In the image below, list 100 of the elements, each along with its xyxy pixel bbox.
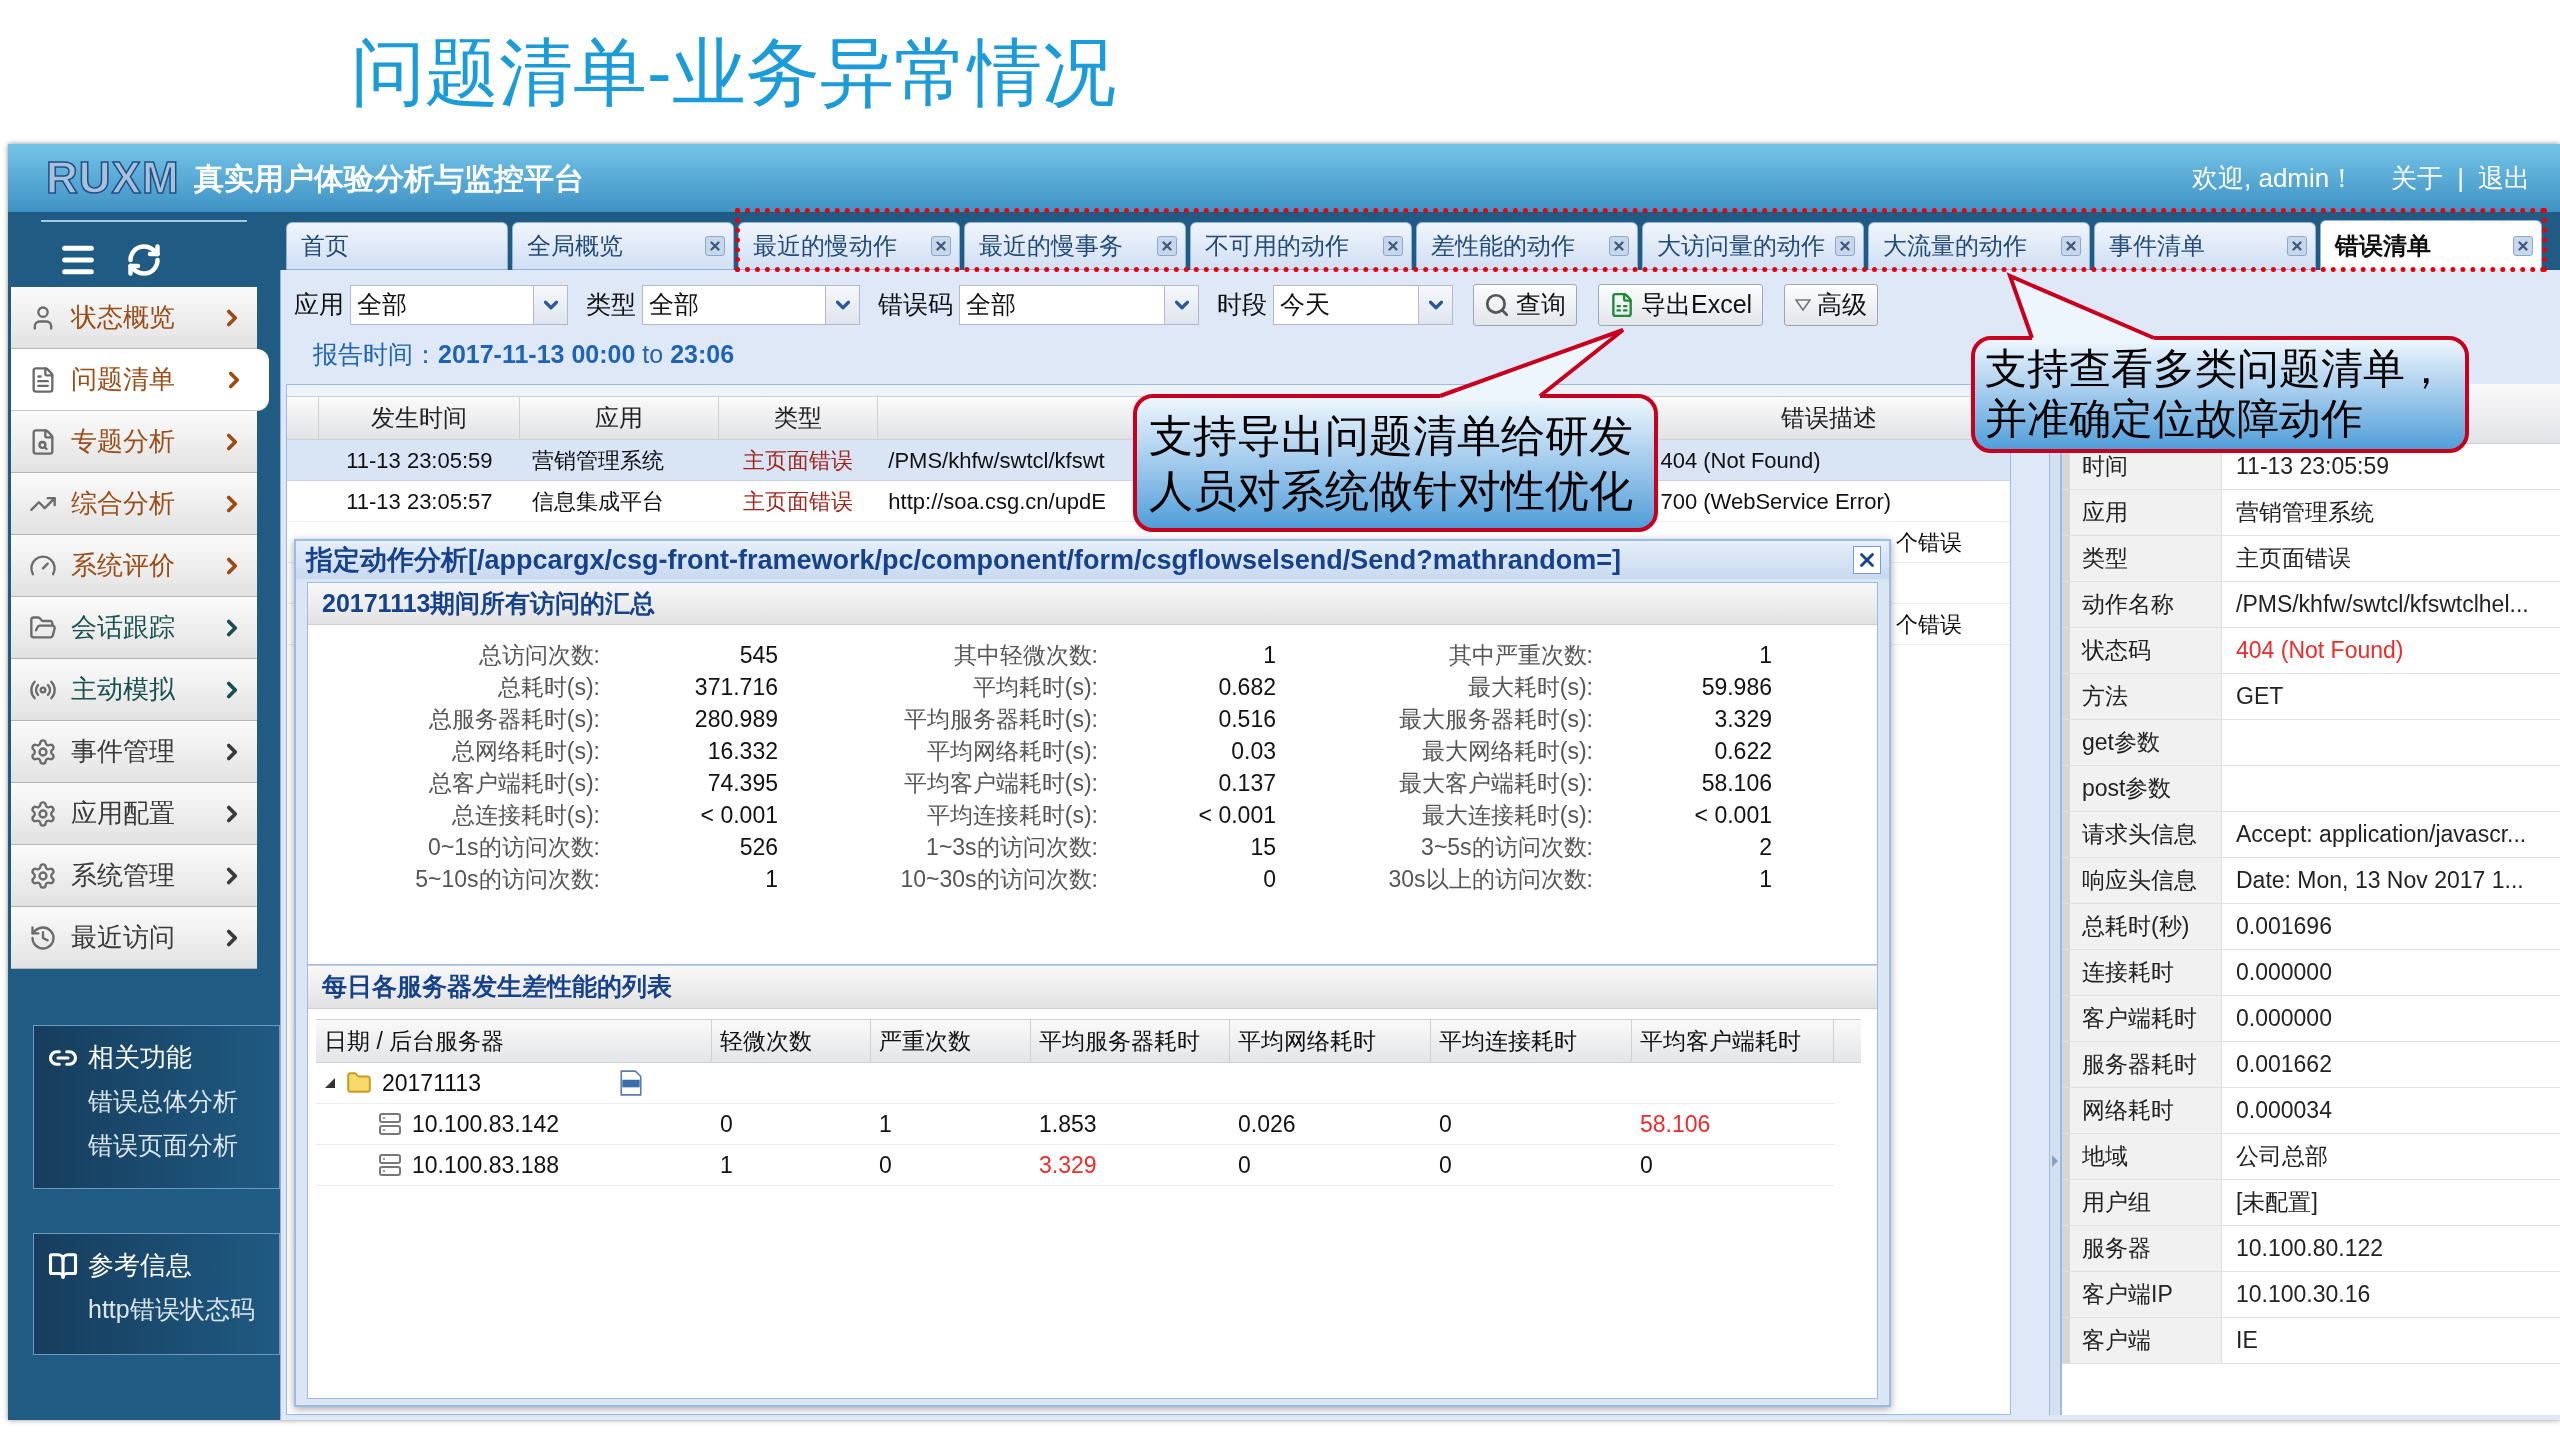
stat-label: 其中严重次数: <box>1448 640 1593 670</box>
stat-label: 3~5s的访问次数: <box>1421 832 1593 862</box>
stat-label: 总连接耗时(s): <box>451 800 600 830</box>
stat-value: 0.622 <box>1714 736 1772 766</box>
stat-label: 5~10s的访问次数: <box>415 864 600 894</box>
stat-label: 最大客户端耗时(s): <box>1398 768 1593 798</box>
table-cell-text: 主页面错误 <box>743 487 854 516</box>
stat-label: 最大连接耗时(s): <box>1421 800 1593 830</box>
detail-label: 连接耗时 <box>2062 950 2222 995</box>
detail-label: 方法 <box>2062 674 2222 719</box>
stat-value: 3.329 <box>1714 704 1772 734</box>
detail-value: 0.000034 <box>2236 1096 2332 1126</box>
detail-label: 类型 <box>2062 536 2222 581</box>
detail-value: /PMS/khfw/swtcl/kfswtclhel... <box>2236 590 2529 620</box>
stat-label: 总耗时(s): <box>497 672 600 702</box>
stat-value: 280.989 <box>694 704 778 734</box>
detail-label: 用户组 <box>2062 1180 2222 1225</box>
stat-label: 总服务器耗时(s): <box>428 704 600 734</box>
table-cell: 0 <box>720 1110 733 1137</box>
detail-value: Date: Mon, 13 Nov 2017 1... <box>2236 866 2524 896</box>
filter-label: 类型 <box>586 289 636 321</box>
table-cell: 0.026 <box>1238 1110 1296 1137</box>
detail-label: 网络耗时 <box>2062 1088 2222 1133</box>
detail-label: get参数 <box>2062 720 2222 765</box>
stat-value: 545 <box>739 640 778 670</box>
stat-value: 74.395 <box>707 768 778 798</box>
table-cell: 营销管理系统 <box>531 447 664 473</box>
table-cell: 信息集成平台 <box>531 488 664 514</box>
table-cell: 58.106 <box>1640 1110 1711 1137</box>
detail-label: 响应头信息 <box>2062 858 2222 903</box>
detail-label: 地域 <box>2062 1134 2222 1179</box>
stat-value: 1 <box>1759 640 1772 670</box>
table-cell: 3.329 <box>1039 1151 1097 1178</box>
filter-label: 时段 <box>1217 289 1267 321</box>
detail-value: Accept: application/javascr... <box>2236 820 2527 850</box>
stat-label: 总客户端耗时(s): <box>428 768 600 798</box>
stat-label: 最大服务器耗时(s): <box>1398 704 1593 734</box>
stat-value: 58.106 <box>1701 768 1772 798</box>
stat-label: 0~1s的访问次数: <box>428 832 600 862</box>
detail-value: 0.001662 <box>2236 1050 2332 1080</box>
stat-label: 平均服务器耗时(s): <box>903 704 1098 734</box>
stat-label: 平均客户端耗时(s): <box>903 768 1098 798</box>
callout-tooltip: 支持查看多类问题清单，并准确定位故障动作 <box>1971 336 2470 453</box>
detail-value: 营销管理系统 <box>2236 498 2374 528</box>
table-cell: /PMS/khfw/swtcl/kfswt <box>888 447 1105 473</box>
stat-label: 最大耗时(s): <box>1467 672 1593 702</box>
detail-label: 服务器耗时 <box>2062 1042 2222 1087</box>
stat-value: < 0.001 <box>700 800 778 830</box>
detail-value: 10.100.30.16 <box>2236 1280 2371 1310</box>
table-cell: http://soa.csg.cn/updE <box>888 488 1107 514</box>
detail-value: 10.100.80.122 <box>2236 1234 2384 1264</box>
stat-value: < 0.001 <box>1694 800 1772 830</box>
dialog-title: 指定动作分析[/appcargx/csg-front-framework/pc/component/form/csgflowselsend/Send?mathrandom=] <box>306 543 1621 577</box>
table-cell-text: 主页面错误 <box>743 446 854 475</box>
stat-value: 0.516 <box>1218 704 1276 734</box>
stat-value: 16.332 <box>707 736 778 766</box>
detail-label: 动作名称 <box>2062 582 2222 627</box>
detail-value: 0.000000 <box>2236 958 2332 988</box>
stat-label: 总网络耗时(s): <box>451 736 600 766</box>
detail-value: 0.000000 <box>2236 1004 2332 1034</box>
filter-label: 应用 <box>294 289 344 321</box>
table-cell: 0 <box>1439 1151 1452 1178</box>
stat-label: 30s以上的访问次数: <box>1388 864 1593 894</box>
detail-value: 主页面错误 <box>2236 544 2351 574</box>
stat-value: 526 <box>739 832 778 862</box>
stat-value: < 0.001 <box>1198 800 1276 830</box>
section-header: 20171113期间所有访问的汇总 <box>308 583 1877 625</box>
table-cell-text: 11-13 23:05:57 <box>346 487 493 516</box>
stat-value: 1 <box>1263 640 1276 670</box>
detail-label: 应用 <box>2062 490 2222 535</box>
table-cell: 0 <box>1640 1151 1653 1178</box>
panel-title: 相关功能 <box>88 1041 192 1074</box>
table-cell: 个错误 <box>1896 529 1963 555</box>
table-cell: 0 <box>1439 1110 1452 1137</box>
detail-value: 11-13 23:05:59 <box>2236 452 2390 482</box>
table-cell: 1 <box>720 1151 733 1178</box>
stat-value: 371.716 <box>694 672 778 702</box>
stat-value: 0.137 <box>1218 768 1276 798</box>
stat-value: 0.03 <box>1231 736 1276 766</box>
stat-label: 平均耗时(s): <box>972 672 1098 702</box>
stat-value: 0 <box>1263 864 1276 894</box>
stat-value: 59.986 <box>1701 672 1772 702</box>
stat-value: 1 <box>765 864 778 894</box>
detail-label: 客户端耗时 <box>2062 996 2222 1041</box>
table-cell-text: 11-13 23:05:59 <box>346 446 493 475</box>
stat-label: 1~3s的访问次数: <box>926 832 1098 862</box>
stat-value: 15 <box>1250 832 1276 862</box>
detail-value: GET <box>2236 682 2284 712</box>
table-cell: 个错误 <box>1896 611 1963 637</box>
table-cell: 0 <box>879 1151 892 1178</box>
detail-value: 公司总部 <box>2236 1142 2328 1172</box>
detail-value: [未配置] <box>2236 1188 2318 1218</box>
welcome-text: 欢迎, admin！ <box>2191 161 2356 195</box>
detail-label: 客户端IP <box>2062 1272 2222 1317</box>
stat-label: 其中轻微次数: <box>953 640 1098 670</box>
stat-value: 1 <box>1759 864 1772 894</box>
detail-label: 请求头信息 <box>2062 812 2222 857</box>
report-time: 报告时间：2017-11-13 00:00 to 23:06 <box>313 339 735 371</box>
detail-label: 服务器 <box>2062 1226 2222 1271</box>
section-header: 每日各服务器发生差性能的列表 <box>308 965 1877 1009</box>
